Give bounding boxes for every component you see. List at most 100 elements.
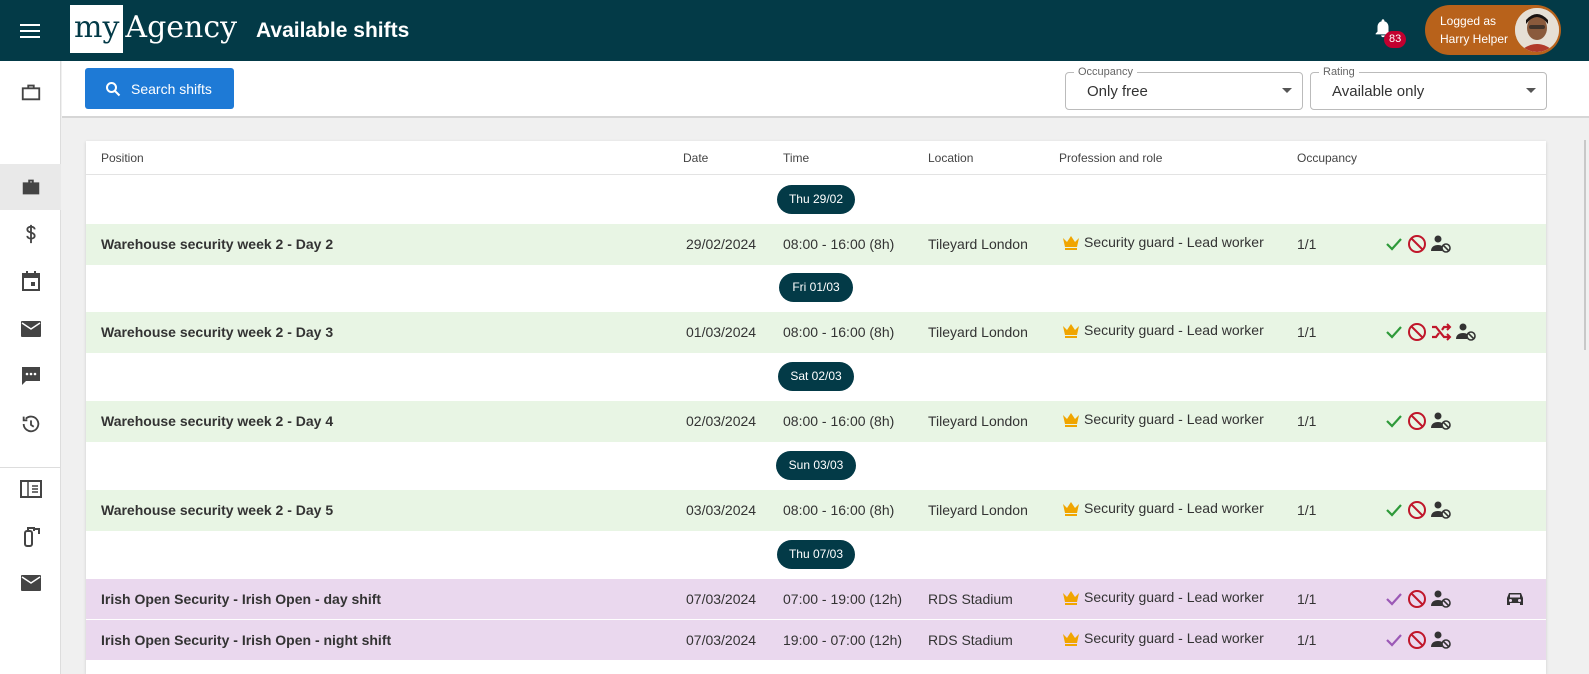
accept-check-icon[interactable] <box>1384 234 1404 254</box>
col-location[interactable]: Location <box>928 151 973 165</box>
col-occupancy[interactable]: Occupancy <box>1297 151 1357 165</box>
col-time[interactable]: Time <box>783 151 809 165</box>
row-profession-text: Security guard - Lead worker <box>1084 630 1264 646</box>
date-group-pill: Sat 02/03 <box>778 362 854 391</box>
rating-select[interactable]: Rating Available only <box>1310 66 1547 110</box>
date-group-pill: Sun 03/03 <box>776 451 856 480</box>
car-icon[interactable] <box>1504 590 1526 611</box>
row-profession: Security guard - Lead worker <box>1062 589 1264 605</box>
decline-block-icon[interactable] <box>1407 589 1427 609</box>
row-profession: Security guard - Lead worker <box>1062 630 1264 646</box>
row-location: RDS Stadium <box>928 632 1013 648</box>
row-occupancy: 1/1 <box>1297 413 1317 429</box>
row-time: 07:00 - 19:00 (12h) <box>783 591 903 607</box>
occupancy-select-label: Occupancy <box>1074 66 1138 78</box>
row-profession: Security guard - Lead worker <box>1062 411 1264 427</box>
sidebar-item-messages[interactable] <box>0 306 61 352</box>
row-location: Tileyard London <box>928 413 1028 429</box>
table-row[interactable]: Irish Open Security - Irish Open - night… <box>86 620 1546 661</box>
app-logo[interactable]: my Agency <box>70 5 237 53</box>
block-person-icon[interactable] <box>1430 234 1452 254</box>
history-icon <box>22 415 39 433</box>
notifications-button[interactable]: 83 <box>1372 16 1407 48</box>
book-icon <box>19 480 42 498</box>
decline-block-icon[interactable] <box>1407 630 1427 650</box>
sidebar-item-jobs[interactable] <box>0 69 61 115</box>
accept-check-icon[interactable] <box>1384 500 1404 520</box>
row-profession: Security guard - Lead worker <box>1062 234 1264 250</box>
sidebar-item-available-shifts[interactable] <box>0 164 61 210</box>
crown-icon <box>1063 323 1079 338</box>
sidebar-nav: 1 <box>0 61 61 674</box>
table-row[interactable]: Irish Open Security - Irish Open - day s… <box>86 579 1546 620</box>
block-person-icon[interactable] <box>1430 589 1452 609</box>
date-group-pill: Thu 29/02 <box>777 185 855 214</box>
row-profession-text: Security guard - Lead worker <box>1084 411 1264 427</box>
decline-block-icon[interactable] <box>1407 500 1427 520</box>
row-date: 29/02/2024 <box>686 236 757 252</box>
occupancy-select[interactable]: Occupancy Only free <box>1065 66 1303 110</box>
row-profession: Security guard - Lead worker <box>1062 500 1264 516</box>
row-date: 01/03/2024 <box>686 324 757 340</box>
hamburger-menu-icon[interactable] <box>0 0 60 61</box>
crown-icon <box>1063 590 1079 605</box>
shifts-table: Position Date Time Location Profession a… <box>86 141 1546 674</box>
sidebar-item-mail[interactable] <box>0 560 61 606</box>
accept-check-icon[interactable] <box>1384 630 1404 650</box>
row-occupancy: 1/1 <box>1297 324 1317 340</box>
sidebar-item-history[interactable] <box>0 401 61 447</box>
decline-block-icon[interactable] <box>1407 411 1427 431</box>
accept-check-icon[interactable] <box>1384 411 1404 431</box>
user-menu[interactable]: Logged as Harry Helper <box>1425 5 1561 55</box>
table-row[interactable]: Warehouse security week 2 - Day 4 02/03/… <box>86 401 1546 442</box>
crown-icon <box>1063 412 1079 427</box>
row-location: Tileyard London <box>928 324 1028 340</box>
block-person-icon[interactable] <box>1430 630 1452 650</box>
decline-block-icon[interactable] <box>1407 322 1427 342</box>
row-profession-text: Security guard - Lead worker <box>1084 589 1264 605</box>
row-location: Tileyard London <box>928 236 1028 252</box>
row-actions <box>1384 234 1455 254</box>
table-row[interactable]: Warehouse security week 2 - Day 2 29/02/… <box>86 224 1546 265</box>
shuffle-icon[interactable] <box>1430 322 1452 342</box>
accept-check-icon[interactable] <box>1384 322 1404 342</box>
sidebar-item-chat[interactable] <box>0 353 61 399</box>
row-profession-text: Security guard - Lead worker <box>1084 500 1264 516</box>
mail-icon <box>20 321 41 337</box>
block-person-icon[interactable] <box>1430 500 1452 520</box>
top-app-bar: my Agency Available shifts 83 Logged as … <box>0 0 1589 61</box>
chat-icon <box>21 367 40 385</box>
date-group-pill: Thu 07/03 <box>777 540 855 569</box>
table-row[interactable]: Warehouse security week 2 - Day 5 03/03/… <box>86 490 1546 531</box>
row-actions <box>1384 500 1455 520</box>
dollar-icon <box>25 224 36 244</box>
col-position[interactable]: Position <box>101 151 144 165</box>
sidebar-item-equipment[interactable] <box>0 513 61 559</box>
scrollbar[interactable] <box>1584 140 1586 350</box>
search-icon <box>106 81 121 96</box>
sidebar-item-calendar[interactable] <box>0 258 61 304</box>
block-person-icon[interactable] <box>1430 411 1452 431</box>
crown-icon <box>1063 501 1079 516</box>
search-shifts-label: Search shifts <box>131 80 212 97</box>
row-position: Irish Open Security - Irish Open - night… <box>101 632 392 648</box>
table-row[interactable]: Warehouse security week 2 - Day 3 01/03/… <box>86 312 1546 353</box>
row-occupancy: 1/1 <box>1297 502 1317 518</box>
accept-check-icon[interactable] <box>1384 589 1404 609</box>
block-person-icon[interactable] <box>1455 322 1477 342</box>
sidebar-item-payments[interactable] <box>0 211 61 257</box>
logo-my: my <box>70 5 124 53</box>
calendar-icon <box>21 271 40 291</box>
row-time: 08:00 - 16:00 (8h) <box>783 502 895 518</box>
mail-icon <box>20 575 41 591</box>
col-profession[interactable]: Profession and role <box>1059 151 1162 165</box>
search-shifts-button[interactable]: Search shifts <box>85 68 234 109</box>
row-occupancy: 1/1 <box>1297 632 1317 648</box>
row-occupancy: 1/1 <box>1297 236 1317 252</box>
col-date[interactable]: Date <box>683 151 708 165</box>
decline-block-icon[interactable] <box>1407 234 1427 254</box>
row-time: 08:00 - 16:00 (8h) <box>783 413 895 429</box>
row-occupancy: 1/1 <box>1297 591 1317 607</box>
sidebar-item-handbook[interactable] <box>0 466 61 512</box>
crown-icon <box>1063 235 1079 250</box>
